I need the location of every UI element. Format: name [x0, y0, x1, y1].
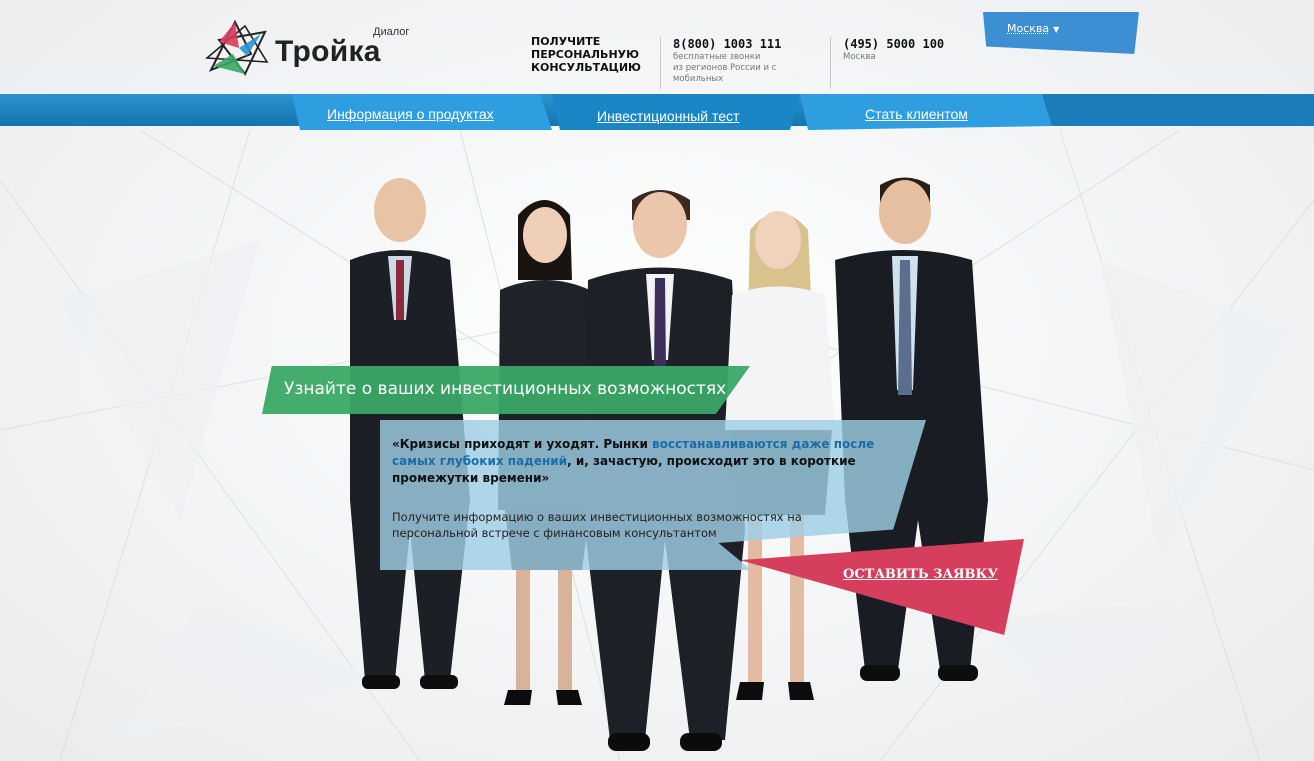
phone-moscow: (495) 5000 100 Москва [830, 37, 944, 89]
city-selector-label[interactable]: Москва ▼ [1007, 22, 1059, 35]
consult-line-1: ПОЛУЧИТЕ [531, 35, 601, 48]
phone-free-note-1: бесплатные звонки [673, 52, 761, 62]
brand-name: Тройка [275, 35, 381, 68]
quote-text: «Кризисы приходят и уходят. Рынки восста… [392, 436, 920, 487]
brand-suffix: Диалог [373, 26, 410, 38]
consult-line-3: КОНСУЛЬТАЦИЮ [531, 61, 641, 74]
phone-moscow-note: Москва [843, 52, 876, 62]
submit-request-label[interactable]: ОСТАВИТЬ ЗАЯВКУ [843, 567, 998, 582]
chevron-down-icon: ▼ [1053, 25, 1060, 34]
nav-products[interactable]: Информация о продуктах [327, 106, 494, 122]
quote-text-part-1: «Кризисы приходят и уходят. Рынки [392, 437, 653, 451]
phone-free-note-2: из регионов России и с [673, 63, 777, 73]
brand-logo[interactable]: Тройка Диалог [205, 18, 435, 78]
headline-text: Узнайте о ваших инвестиционных возможнос… [284, 379, 727, 399]
nav-become-client[interactable]: Стать клиентом [865, 106, 968, 122]
logo-mark-icon [205, 19, 269, 76]
city-name[interactable]: Москва [1007, 22, 1049, 35]
phone-free-note-3: мобильных [673, 74, 724, 84]
nav-investment-test[interactable]: Инвестиционный тест [597, 108, 739, 124]
consult-line-2: ПЕРСОНАЛЬНУЮ [531, 48, 640, 61]
consultation-label: ПОЛУЧИТЕ ПЕРСОНАЛЬНУЮ КОНСУЛЬТАЦИЮ [531, 35, 651, 74]
phone-free-number: 8(800) 1003 111 [673, 37, 782, 51]
consultation-info-text: Получите информацию о ваших инвестиционн… [392, 510, 802, 540]
landing-page: Тройка Диалог ПОЛУЧИТЕ ПЕРСОНАЛЬНУЮ КОНС… [0, 0, 1314, 761]
phone-free: 8(800) 1003 111 бесплатные звонки из рег… [660, 37, 781, 89]
phone-moscow-number: (495) 5000 100 [843, 37, 945, 51]
